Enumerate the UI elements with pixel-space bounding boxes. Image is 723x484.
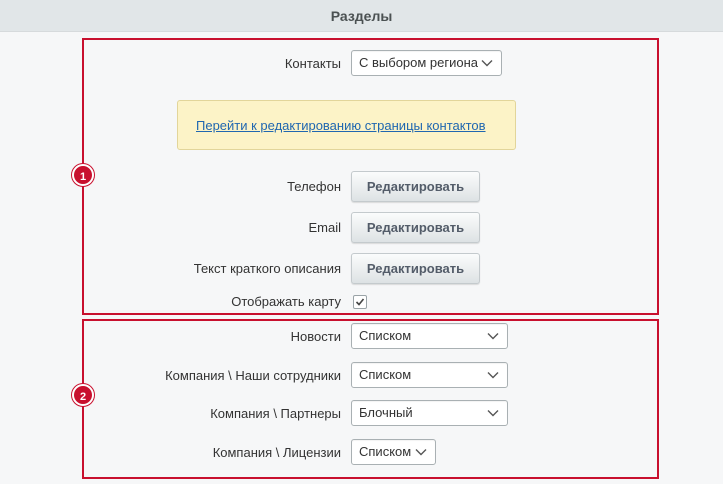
contacts-select-value: С выбором региона bbox=[359, 55, 479, 70]
show-map-checkbox[interactable] bbox=[353, 295, 367, 309]
licenses-label: Компания \ Лицензии bbox=[212, 445, 341, 460]
edit-email-button[interactable]: Редактировать bbox=[351, 212, 480, 243]
news-label: Новости bbox=[290, 329, 341, 344]
licenses-select-value: Списком bbox=[359, 444, 412, 459]
phone-row: Телефон Редактировать bbox=[84, 171, 657, 202]
news-select[interactable]: Списком bbox=[351, 323, 508, 349]
chevron-down-icon bbox=[487, 410, 499, 417]
news-row: Новости Списком bbox=[84, 323, 657, 351]
show-map-label: Отображать карту bbox=[231, 294, 341, 309]
check-icon bbox=[355, 298, 365, 306]
contacts-row: Контакты С выбором региона bbox=[84, 50, 657, 78]
licenses-row: Компания \ Лицензии Списком bbox=[84, 439, 657, 467]
partners-select-value: Блочный bbox=[359, 405, 413, 420]
short-description-label: Текст краткого описания bbox=[193, 261, 341, 276]
page-title: Разделы bbox=[330, 8, 393, 24]
partners-row: Компания \ Партнеры Блочный bbox=[84, 400, 657, 428]
phone-label: Телефон bbox=[287, 179, 341, 194]
contacts-label: Контакты bbox=[284, 56, 341, 71]
edit-phone-button[interactable]: Редактировать bbox=[351, 171, 480, 202]
edit-short-description-button[interactable]: Редактировать bbox=[351, 253, 480, 284]
staff-select-value: Списком bbox=[359, 367, 412, 382]
email-row: Email Редактировать bbox=[84, 212, 657, 243]
sections-header: Разделы bbox=[0, 0, 723, 32]
staff-select[interactable]: Списком bbox=[351, 362, 508, 388]
chevron-down-icon bbox=[487, 333, 499, 340]
staff-label: Компания \ Наши сотрудники bbox=[165, 368, 341, 383]
email-label: Email bbox=[308, 220, 341, 235]
staff-row: Компания \ Наши сотрудники Списком bbox=[84, 362, 657, 390]
info-box: Перейти к редактированию страницы контак… bbox=[177, 100, 516, 150]
contacts-select[interactable]: С выбором региона bbox=[351, 50, 502, 76]
partners-select[interactable]: Блочный bbox=[351, 400, 508, 426]
licenses-select[interactable]: Списком bbox=[351, 439, 436, 465]
edit-contacts-page-link[interactable]: Перейти к редактированию страницы контак… bbox=[196, 118, 486, 133]
partners-label: Компания \ Партнеры bbox=[210, 406, 341, 421]
chevron-down-icon bbox=[487, 372, 499, 379]
news-select-value: Списком bbox=[359, 328, 412, 343]
show-map-row: Отображать карту bbox=[84, 288, 657, 316]
chevron-down-icon bbox=[481, 60, 493, 67]
short-description-row: Текст краткого описания Редактировать bbox=[84, 253, 657, 284]
chevron-down-icon bbox=[415, 449, 427, 456]
